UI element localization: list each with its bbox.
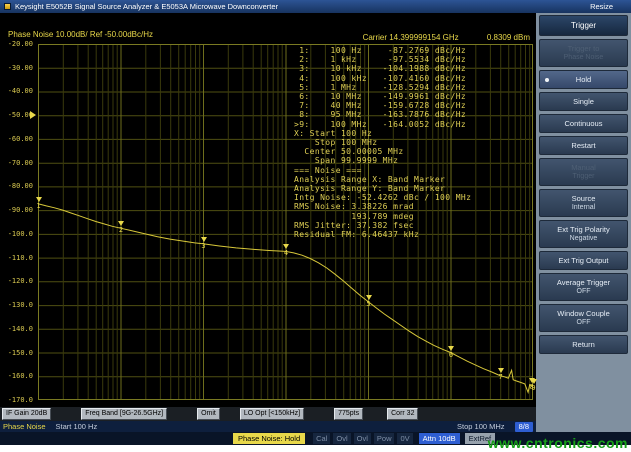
status-indicator: 0V [397,433,412,444]
settings-row: IF Gain 20dB Freq Band [9G-26.5GHz] Omit… [0,407,536,421]
softkey-ext-trig-polarity[interactable]: Ext Trig Polarity Negative [539,220,628,248]
y-tick-label: -90.00 [8,206,33,214]
softkey-menu: Trigger Trigger to Phase Noise Hold Sing… [536,13,631,432]
softkey-sublabel: Negative [541,234,626,243]
softkey-label: Window Couple [557,309,610,318]
softkey-label: Return [572,340,595,349]
attenuation-indicator: Attn 10dB [419,433,460,444]
y-axis-labels: -20.00-30.00-40.00-50.00-60.00-70.00-80.… [0,44,35,400]
softkey-label: Trigger to [568,44,600,53]
y-tick-label: -130.0 [8,301,33,309]
page-indicator: 8/8 [515,422,533,432]
softkey-trigger-to-phase-noise[interactable]: Trigger to Phase Noise [539,39,628,67]
trace-info-row: Phase Noise Start 100 Hz Stop 100 MHz 8/… [0,421,536,432]
freq-band-field: Freq Band [9G-26.5GHz] [81,408,167,420]
y-tick-label: -160.0 [8,372,33,380]
softkey-label: Trigger [571,21,596,30]
softkey-sublabel: Phase Noise [541,53,626,62]
correlation-field: Corr 32 [387,408,418,420]
softkey-menu-title: Trigger [539,15,628,36]
carrier-frequency: Carrier 14.399999154 GHz [363,33,459,42]
if-gain-field: IF Gain 20dB [2,408,51,420]
title-bar: Keysight E5052B Signal Source Analyzer &… [0,0,631,13]
softkey-label: Ext Trig Output [558,256,608,265]
softkey-sublabel: OFF [541,287,626,296]
y-tick-label: -110.0 [8,254,33,262]
points-field: 775pts [334,408,363,420]
softkey-hold[interactable]: Hold [539,70,628,89]
softkey-sublabel: Internal [541,203,626,212]
softkey-label: Average Trigger [557,278,610,287]
y-tick-label: -30.00 [8,64,33,72]
trace-name: Phase Noise [3,422,46,431]
selected-dot-icon [545,78,549,82]
omit-field: Omit [197,408,220,420]
stop-frequency: Stop 100 MHz [457,422,505,431]
y-tick-label: -80.00 [8,182,33,190]
marker-readout: 1: 100 Hz -87.2769 dBc/Hz 2: 1 kHz -97.5… [294,46,471,239]
softkey-single[interactable]: Single [539,92,628,111]
softkey-sublabel: OFF [541,318,626,327]
status-indicator: Pow [374,433,395,444]
softkey-return[interactable]: Return [539,335,628,354]
status-indicator: Cal [313,433,330,444]
status-indicator: Ovl [333,433,350,444]
softkey-window-couple[interactable]: Window Couple OFF [539,304,628,332]
measurement-status: Phase Noise: Hold [233,433,305,444]
y-tick-label: -70.00 [8,159,33,167]
y-tick-label: -60.00 [8,135,33,143]
softkey-source[interactable]: Source Internal [539,189,628,217]
softkey-label: Restart [571,141,595,150]
softkey-label: Manual [571,163,596,172]
softkey-label: Ext Trig Polarity [557,225,610,234]
softkey-label: Hold [576,75,591,84]
y-tick-label: -170.0 [8,396,33,404]
y-tick-label: -150.0 [8,349,33,357]
carrier-power: 0.8309 dBm [487,33,530,42]
y-tick-label: -140.0 [8,325,33,333]
y-tick-label: -40.00 [8,87,33,95]
y-tick-label: -100.0 [8,230,33,238]
softkey-average-trigger[interactable]: Average Trigger OFF [539,273,628,301]
lo-opt-field: LO Opt [<150kHz] [240,408,304,420]
carrier-readout: Carrier 14.399999154 GHz 0.8309 dBm [363,33,530,42]
softkey-continuous[interactable]: Continuous [539,114,628,133]
softkey-restart[interactable]: Restart [539,136,628,155]
start-frequency: Start 100 Hz [56,422,98,431]
y-tick-label: -120.0 [8,277,33,285]
softkey-label: Source [572,194,596,203]
softkey-manual-trigger[interactable]: Manual Trigger [539,158,628,186]
watermark: www.cntronics.com [488,435,628,451]
phase-noise-plot: Phase Noise 10.00dB/ Ref -50.00dBc/Hz Ca… [0,13,536,407]
app-icon [4,3,11,10]
softkey-ext-trig-output[interactable]: Ext Trig Output [539,251,628,270]
ref-level-marker [30,111,36,119]
softkey-sublabel: Trigger [541,172,626,181]
resize-button[interactable]: Resize [590,2,613,11]
instrument-window: Keysight E5052B Signal Source Analyzer &… [0,0,631,452]
status-indicator: Ovl [354,433,371,444]
y-tick-label: -20.00 [8,40,33,48]
window-title: Keysight E5052B Signal Source Analyzer &… [15,2,590,11]
softkey-label: Single [573,97,594,106]
softkey-label: Continuous [565,119,603,128]
